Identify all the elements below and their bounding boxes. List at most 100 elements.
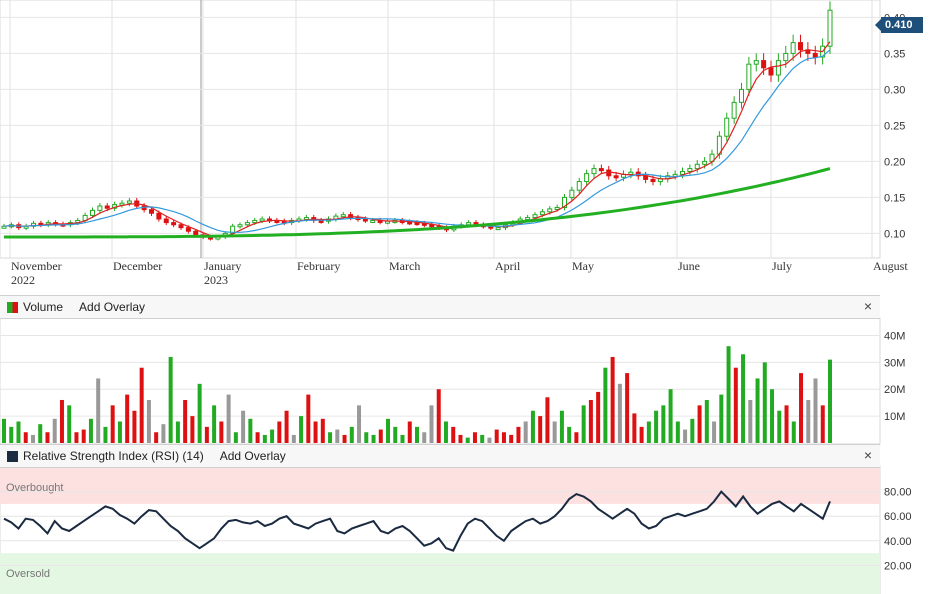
last-price-tag: 0.410 <box>875 17 923 33</box>
month-label: December <box>113 259 162 273</box>
volume-bar <box>67 405 72 443</box>
volume-bar <box>704 399 709 443</box>
candle-body <box>193 230 199 236</box>
candle-body <box>798 42 803 51</box>
volume-bar <box>262 434 267 443</box>
volume-bar <box>581 405 586 443</box>
volume-bar <box>530 410 535 443</box>
rsi-close-icon[interactable]: × <box>864 447 872 463</box>
volume-bar <box>777 410 782 443</box>
volume-bar <box>38 424 43 443</box>
volume-bar <box>328 432 333 443</box>
candle-body <box>753 60 759 65</box>
volume-close-icon[interactable]: × <box>864 298 872 314</box>
month-label: January <box>204 259 241 273</box>
candle-body <box>606 169 612 177</box>
price-panel-frame <box>0 0 881 259</box>
candle-body <box>525 217 531 221</box>
candle-body <box>650 178 656 183</box>
volume-bar <box>697 405 702 443</box>
volume-bar <box>139 367 144 443</box>
volume-bar <box>219 421 224 443</box>
volume-title: Volume <box>23 300 64 314</box>
volume-bar <box>30 434 35 443</box>
volume-bar <box>241 410 246 443</box>
candle-body <box>362 218 368 222</box>
volume-bar <box>828 359 832 443</box>
candle-body <box>104 205 110 209</box>
volume-bar <box>9 426 14 443</box>
rsi-y-tick: 40.00 <box>884 536 912 548</box>
volume-bar <box>451 426 456 443</box>
volume-bar <box>233 432 238 443</box>
candle-body <box>731 101 737 119</box>
volume-bar <box>132 410 137 443</box>
volume-bar <box>88 418 93 443</box>
candle-body <box>775 60 781 76</box>
volume-bar <box>625 373 630 443</box>
volume-bar <box>799 373 804 443</box>
volume-bar <box>248 418 253 443</box>
price-y-tick: 0.30 <box>884 84 905 96</box>
candle-body <box>790 42 796 54</box>
volume-panel-header: Volume Add Overlay × <box>0 295 880 319</box>
volume-bar <box>683 429 688 443</box>
volume-y-tick: 40M <box>884 330 905 342</box>
volume-bar <box>494 429 499 443</box>
candle-body <box>724 117 730 137</box>
candle-body <box>694 163 700 170</box>
oversold-band <box>0 553 880 594</box>
volume-bar <box>632 413 637 443</box>
volume-bar <box>654 410 659 443</box>
candle-body <box>429 224 435 228</box>
candle-body <box>569 189 575 198</box>
volume-bar <box>386 418 391 443</box>
candle-body <box>687 168 693 172</box>
volume-bar <box>306 394 311 443</box>
volume-bar <box>96 378 101 443</box>
volume-bar <box>299 416 304 443</box>
overbought-label: Overbought <box>6 482 63 494</box>
month-label: March <box>389 259 420 273</box>
candle-body <box>370 219 376 223</box>
volume-bar <box>465 437 470 443</box>
volume-y-tick: 20M <box>884 384 905 396</box>
volume-bar <box>748 399 753 443</box>
volume-bar <box>161 424 166 443</box>
volume-bar <box>59 399 64 443</box>
candle-body <box>156 212 162 220</box>
volume-bar <box>190 416 195 443</box>
candle-body <box>340 214 346 218</box>
volume-bar <box>313 421 318 443</box>
volume-bar <box>393 426 398 443</box>
candle-body <box>532 214 538 219</box>
volume-y-tick: 30M <box>884 357 905 369</box>
volume-bar <box>212 405 217 443</box>
volume-bar <box>733 367 738 443</box>
rsi-title: Relative Strength Index (RSI) (14) <box>23 449 204 463</box>
volume-bar <box>255 432 260 443</box>
volume-bar <box>349 426 354 443</box>
volume-bar <box>436 389 441 443</box>
volume-bar <box>146 399 151 443</box>
candle-body <box>827 9 833 47</box>
volume-bar <box>52 418 57 443</box>
candle-body <box>237 224 243 228</box>
volume-bar <box>320 418 325 443</box>
volume-bar <box>357 405 362 443</box>
candle-body <box>244 222 250 226</box>
price-y-tick: 0.35 <box>884 48 905 60</box>
candle-body <box>178 224 184 229</box>
volume-bar <box>770 389 775 443</box>
rsi-y-tick: 20.00 <box>884 560 912 572</box>
candle-body <box>812 52 818 58</box>
volume-bar <box>110 405 115 443</box>
rsi-add-overlay-button[interactable]: Add Overlay <box>220 449 286 463</box>
candle-body <box>584 173 590 183</box>
price-y-tick: 0.25 <box>884 120 905 132</box>
candle-body <box>252 219 258 224</box>
volume-add-overlay-button[interactable]: Add Overlay <box>79 300 145 314</box>
candle-body <box>259 218 265 222</box>
volume-bar <box>639 426 644 443</box>
volume-bar <box>284 410 289 443</box>
